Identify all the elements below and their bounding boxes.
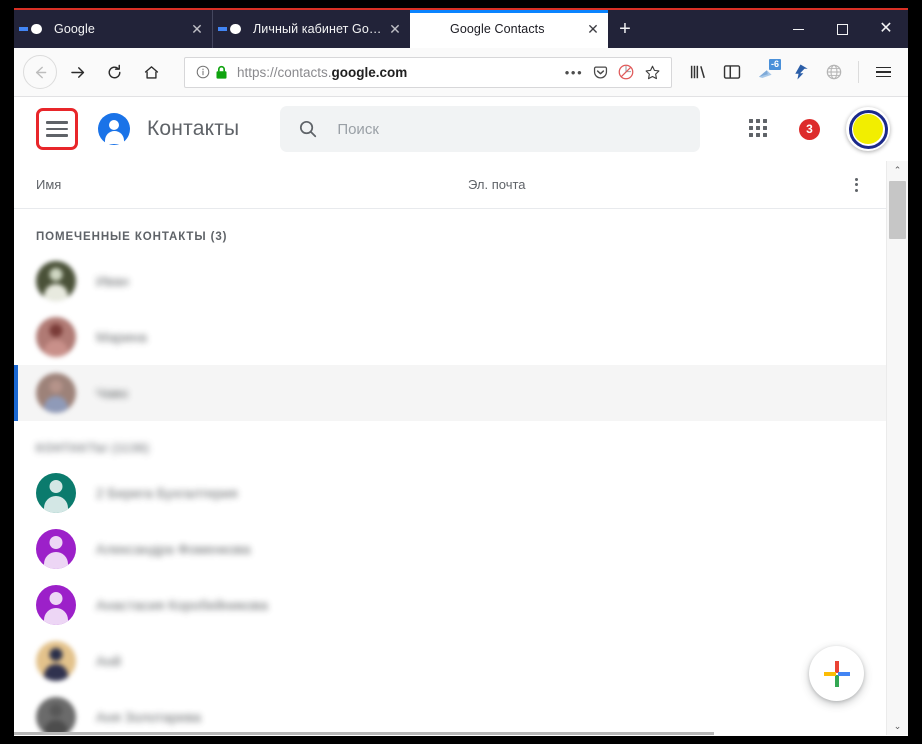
avatar[interactable] [846, 107, 890, 151]
container-icon[interactable] [818, 56, 850, 88]
page-title: Контакты [147, 117, 240, 140]
sync-icon[interactable]: -6 [750, 56, 782, 88]
library-icon[interactable] [682, 56, 714, 88]
google-contacts-icon [424, 21, 441, 38]
google-g-icon [227, 21, 244, 38]
tab-strip: Google ✕ Личный кабинет Google ✕ Google … [14, 10, 642, 48]
list-item[interactable]: Чаво [14, 365, 886, 421]
avatar [36, 373, 76, 413]
minimize-button[interactable] [776, 10, 820, 48]
search-box[interactable] [280, 106, 701, 152]
more-options-icon[interactable] [844, 173, 868, 197]
padlock-secure-icon [212, 65, 231, 80]
list-item[interactable]: Аня Золотарева [14, 689, 886, 735]
contact-name: Александра Фоменкова [96, 541, 251, 557]
contact-name: Анастасия Коробейникова [96, 597, 268, 613]
column-header-name[interactable]: Имя [36, 177, 468, 192]
avatar [36, 317, 76, 357]
page-actions-icon[interactable]: ••• [561, 59, 587, 85]
avatar [36, 585, 76, 625]
back-button-icon[interactable] [23, 55, 57, 89]
tab-close-icon[interactable]: ✕ [386, 20, 404, 38]
contact-name: Марина [96, 329, 147, 345]
contacts-logo-icon [98, 113, 130, 145]
menu-hamburger-icon[interactable] [36, 108, 78, 150]
star-bookmark-icon[interactable] [639, 59, 665, 85]
tab-label: Личный кабинет Google [253, 22, 386, 36]
toolbar-icon-group: -6 [680, 56, 899, 88]
new-tab-button[interactable]: + [608, 10, 642, 48]
notification-badge[interactable]: 3 [799, 118, 820, 140]
google-g-icon [28, 21, 45, 38]
list-item[interactable]: Иван [14, 253, 886, 309]
avatar [36, 473, 76, 513]
scrollbar-thumb[interactable] [889, 181, 906, 239]
list-item[interactable]: Александра Фоменкова [14, 521, 886, 577]
contact-name: 2 Берега Бухгалтерия [96, 485, 238, 501]
reload-button-icon[interactable] [97, 55, 131, 89]
section-label-starred: ПОМЕЧЕННЫЕ КОНТАКТЫ (3) [36, 231, 228, 243]
column-header-email[interactable]: Эл. почта [468, 177, 844, 192]
tab-close-icon[interactable]: ✕ [584, 20, 602, 38]
close-window-button[interactable]: ✕ [864, 10, 908, 48]
app-header: Контакты 3 [14, 97, 908, 161]
toolbar-divider [858, 61, 859, 83]
list-item[interactable]: 2 Берега Бухгалтерия [14, 465, 886, 521]
tab-close-icon[interactable]: ✕ [188, 20, 206, 38]
contact-name: Чаво [96, 385, 129, 401]
page-content: Контакты 3 Имя Эл. почта [14, 97, 908, 735]
tab-label: Google [54, 22, 95, 36]
scroll-up-arrow-icon[interactable]: ⌃ [887, 161, 908, 179]
pocket-save-icon[interactable] [587, 59, 613, 85]
header-actions: 3 [749, 107, 890, 151]
account-icon[interactable] [784, 56, 816, 88]
sync-badge: -6 [768, 59, 781, 70]
sidebar-icon[interactable] [716, 56, 748, 88]
contact-name: Анй [96, 653, 121, 669]
vertical-scrollbar[interactable]: ⌃ ⌄ [886, 161, 908, 735]
google-plus-icon [823, 660, 850, 687]
title-bar: Google ✕ Личный кабинет Google ✕ Google … [14, 8, 908, 48]
list-item[interactable]: Анастасия Коробейникова [14, 577, 886, 633]
tracking-protection-disabled-icon[interactable] [613, 59, 639, 85]
contacts-list-area: Имя Эл. почта ПОМЕЧЕННЫЕ КОНТАКТЫ (3) Ив… [14, 161, 886, 735]
app-menu-icon[interactable] [867, 56, 899, 88]
address-bar[interactable]: https://contacts.google.com ••• [184, 56, 672, 88]
list-item[interactable]: Анй [14, 633, 886, 689]
contact-name: Аня Золотарева [96, 709, 201, 725]
url-text: https://contacts.google.com [237, 64, 408, 80]
scroll-down-arrow-icon[interactable]: ⌄ [887, 717, 908, 735]
browser-window: Google ✕ Личный кабинет Google ✕ Google … [14, 8, 908, 736]
home-button-icon[interactable] [134, 55, 168, 89]
google-apps-grid-icon[interactable] [749, 119, 769, 139]
browser-tab-google[interactable]: Google ✕ [14, 10, 212, 48]
column-header-row: Имя Эл. почта [14, 161, 886, 209]
contact-name: Иван [96, 273, 129, 289]
search-input[interactable] [337, 120, 685, 138]
horizontal-scrollbar[interactable] [14, 732, 714, 735]
search-icon [296, 117, 320, 141]
section-label-contacts: КОНТАКТЫ (1136) [36, 443, 150, 455]
avatar [36, 261, 76, 301]
forward-button-icon[interactable] [60, 55, 94, 89]
browser-tab-google-contacts[interactable]: Google Contacts ✕ [410, 10, 608, 48]
site-info-icon[interactable] [194, 63, 212, 81]
avatar [36, 641, 76, 681]
list-item[interactable]: Марина [14, 309, 886, 365]
avatar [36, 697, 76, 735]
browser-tab-google-account[interactable]: Личный кабинет Google ✕ [212, 10, 410, 48]
window-controls: ✕ [776, 10, 908, 48]
avatar [36, 529, 76, 569]
tab-label: Google Contacts [450, 22, 545, 36]
navigation-toolbar: https://contacts.google.com ••• -6 [14, 48, 908, 97]
maximize-button[interactable] [820, 10, 864, 48]
create-contact-button[interactable] [809, 646, 864, 701]
